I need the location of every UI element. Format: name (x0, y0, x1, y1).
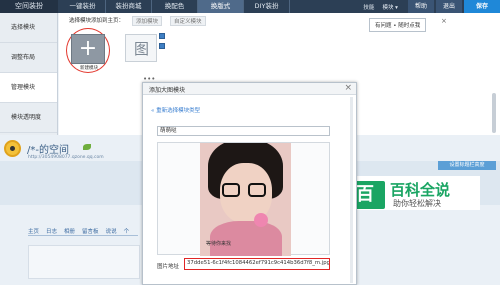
image-url-input[interactable]: 37dde51-6c1f4fc1084462ef791c9c414b36d7f8… (184, 258, 330, 270)
module-dropdown[interactable]: 模块 ▾ (382, 3, 398, 11)
add-image-module-dialog: 添加大图模块 × « 重新选择模块类型 萌萌哒 等待你来找 图片地址 37dde… (142, 82, 357, 285)
tab-color[interactable]: 换配色 (152, 0, 198, 13)
nav-profile[interactable]: 个 (124, 227, 130, 235)
blog-title: /*-的空间 (27, 145, 69, 156)
blog-logo-icon (4, 140, 21, 157)
toolbar-right: 技能 模块 ▾ 帮助 退出 保存 (363, 0, 500, 13)
save-button[interactable]: 保存 (463, 0, 500, 13)
sidebar: 选择模块 调整布局 管理模块 模块透明度 (0, 13, 58, 135)
new-module-label: 新建模块 (80, 66, 98, 71)
nav-home[interactable]: 主页 (28, 227, 39, 235)
tab-layout[interactable]: 换版式 (198, 0, 244, 13)
blog-url[interactable]: http://3054908077.qzone.qq.com (28, 155, 104, 160)
exit-button[interactable]: 退出 (435, 0, 462, 13)
tab-diy[interactable]: DIY装扮 (244, 0, 290, 13)
image-module-tile[interactable]: 图 (125, 34, 157, 62)
app-title: 空间装扮 (0, 0, 58, 13)
sidebar-item-transparency[interactable]: 模块透明度 (0, 103, 57, 133)
new-module-button[interactable]: + (71, 34, 105, 64)
sidebar-item-layout[interactable]: 调整布局 (0, 43, 57, 73)
top-tabs: 一键装扮 装扮商城 换配色 换版式 DIY装扮 (60, 0, 290, 13)
nav-log[interactable]: 日志 (46, 227, 57, 235)
nav-album[interactable]: 相册 (64, 227, 75, 235)
dialog-header: 添加大图模块 × (143, 83, 356, 95)
leaf-icon (83, 144, 91, 150)
skills-link[interactable]: 技能 (363, 3, 374, 11)
nav-divider (28, 235, 138, 236)
sidebar-item-manage-module[interactable]: 管理模块 (0, 73, 57, 103)
tab-store[interactable]: 装扮商城 (106, 0, 152, 13)
blog-nav: 主页 日志 相册 留言板 说说 个 (28, 227, 136, 235)
image-preview-frame: 等待你来找 (157, 142, 330, 256)
top-toolbar: 空间装扮 一键装扮 装扮商城 换配色 换版式 DIY装扮 技能 模块 ▾ 帮助 … (0, 0, 500, 13)
module-name-input[interactable]: 萌萌哒 (157, 126, 330, 136)
blog-content-box (28, 245, 140, 279)
watermark-title: 百科全说 (390, 181, 451, 199)
watermark-slogan: 助你轻松解决 (393, 199, 441, 208)
image-icon: 图 (134, 40, 150, 58)
preview-photo: 等待你来找 (200, 143, 291, 256)
sidebar-item-select-module[interactable]: 选择模块 (0, 13, 57, 43)
close-icon[interactable]: × (344, 83, 352, 93)
set-title-height-button[interactable]: 设置标题栏高度 (438, 161, 496, 170)
microphone-icon (254, 213, 268, 227)
photo-caption: 等待你来找 (206, 241, 232, 247)
reselect-type-link[interactable]: « 重新选择模块类型 (151, 106, 200, 114)
tip-close-icon[interactable]: × (441, 17, 447, 25)
help-tip[interactable]: 有问题 • 随时点我 (369, 18, 427, 32)
dialog-scrollbar[interactable] (350, 97, 353, 283)
checkbox-icon[interactable] (159, 33, 165, 39)
panel-scrollbar[interactable] (492, 93, 496, 133)
help-button[interactable]: 帮助 (407, 0, 434, 13)
panel-header-label: 选择模块添加到主页： (69, 18, 125, 24)
dialog-title: 添加大图模块 (149, 87, 186, 94)
plus-icon: + (78, 36, 98, 61)
tab-one-click[interactable]: 一键装扮 (60, 0, 106, 13)
checkbox-icon[interactable] (159, 43, 165, 49)
nav-board[interactable]: 留言板 (82, 227, 99, 235)
image-url-label: 图片地址 (157, 264, 180, 270)
panel-header: 选择模块添加到主页： 添加模块 自定义模块 (69, 16, 214, 26)
nav-shuoshuo[interactable]: 说说 (106, 227, 117, 235)
custom-module-tag[interactable]: 自定义模块 (170, 16, 206, 26)
add-module-tag[interactable]: 添加模块 (132, 16, 163, 26)
